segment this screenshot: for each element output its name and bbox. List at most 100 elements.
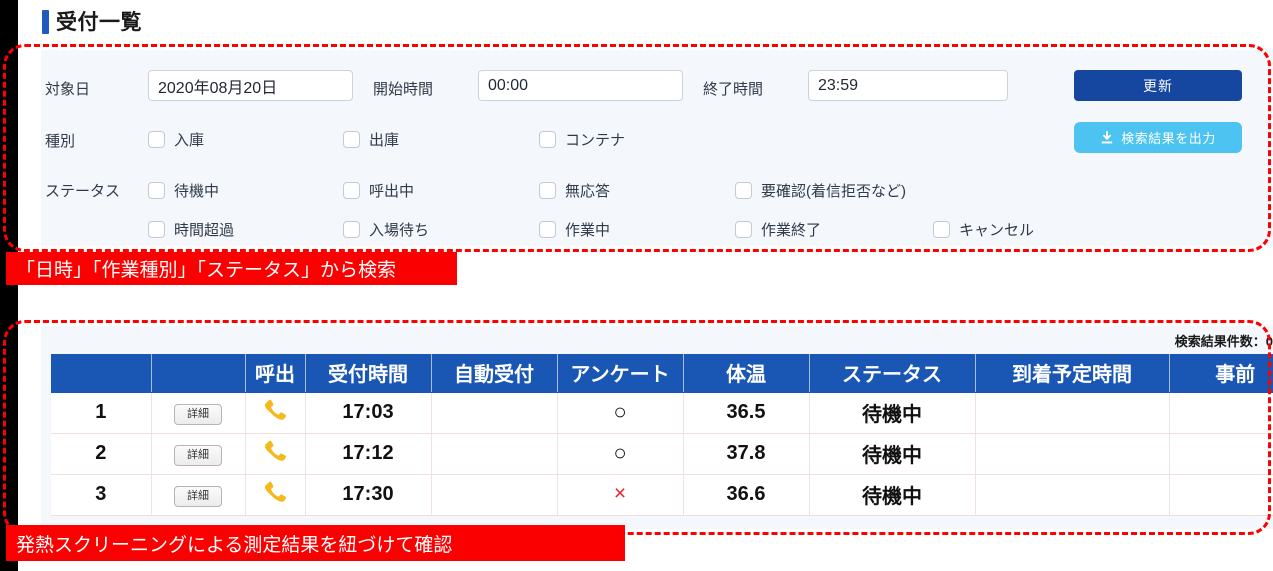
checkbox-box-icon[interactable]: [148, 221, 165, 238]
page-title: 受付一覧: [56, 10, 142, 34]
cell-reception-time: 17:30: [305, 474, 432, 516]
page-canvas: 受付一覧 対象日 開始時間 終了時間 更新 検索結果を出力 種別 入庫: [18, 0, 1273, 571]
cell-temperature: 36.5: [683, 392, 810, 434]
checkbox-type-nyuko[interactable]: 入庫: [148, 129, 204, 150]
checkbox-status-muotou[interactable]: 無応答: [539, 180, 610, 201]
checkbox-label: 入場待ち: [369, 222, 430, 239]
cell-call[interactable]: [245, 474, 306, 516]
cell-eta: [975, 474, 1170, 516]
cell-no: 1: [51, 392, 152, 434]
cell-reception-time: 17:03: [305, 392, 432, 434]
cell-eta: [975, 392, 1170, 434]
start-time-input[interactable]: [478, 70, 683, 101]
cell-detail[interactable]: 詳細: [151, 433, 246, 475]
checkbox-status-youkakunin[interactable]: 要確認(着信拒否など): [735, 180, 906, 201]
column-header-temperature[interactable]: 体温: [683, 354, 810, 393]
table-row[interactable]: 1 詳細 17:03 ○ 36.5 待機中: [51, 392, 1273, 434]
cell-no: 3: [51, 474, 152, 516]
checkbox-type-shukko[interactable]: 出庫: [343, 129, 399, 150]
annotation-banner-search: 「日時」「作業種別」「ステータス」から検索: [6, 252, 457, 285]
result-count-label: 検索結果件数：0: [1174, 334, 1273, 349]
checkbox-box-icon[interactable]: [343, 131, 360, 148]
checkbox-box-icon[interactable]: [735, 182, 752, 199]
column-header-advance[interactable]: 事前: [1169, 354, 1273, 393]
checkbox-status-jikanchoka[interactable]: 時間超過: [148, 219, 234, 240]
update-button[interactable]: 更新: [1074, 70, 1242, 101]
cell-call[interactable]: [245, 433, 306, 475]
checkbox-status-sagyoshuryo[interactable]: 作業終了: [735, 219, 821, 240]
checkbox-status-taikichu[interactable]: 待機中: [148, 180, 219, 201]
detail-button[interactable]: 詳細: [174, 404, 222, 425]
column-header-status[interactable]: ステータス: [809, 354, 976, 393]
checkbox-label: 作業中: [565, 222, 611, 239]
cell-status: 待機中: [809, 392, 976, 434]
checkbox-box-icon[interactable]: [735, 221, 752, 238]
checkbox-label: 要確認(着信拒否など): [761, 183, 906, 200]
screen-root: 受付一覧 対象日 開始時間 終了時間 更新 検索結果を出力 種別 入庫: [0, 0, 1273, 571]
cell-temperature: 36.6: [683, 474, 810, 516]
export-results-button[interactable]: 検索結果を出力: [1074, 122, 1242, 153]
column-header-call[interactable]: 呼出: [245, 354, 306, 393]
questionnaire-mark-icon: ○: [613, 439, 627, 465]
checkbox-label: 時間超過: [174, 222, 235, 239]
checkbox-status-nyujomachi[interactable]: 入場待ち: [343, 219, 429, 240]
checkbox-label: 入庫: [174, 132, 205, 149]
checkbox-status-yobidashichu[interactable]: 呼出中: [343, 180, 414, 201]
phone-icon[interactable]: [262, 438, 288, 464]
column-header-auto-reception[interactable]: 自動受付: [431, 354, 558, 393]
cell-call[interactable]: [245, 392, 306, 434]
cell-no: 2: [51, 433, 152, 475]
checkbox-box-icon[interactable]: [148, 182, 165, 199]
questionnaire-mark-icon: ×: [613, 482, 627, 505]
checkbox-label: 待機中: [174, 183, 220, 200]
checkbox-label: 出庫: [369, 132, 400, 149]
column-header-questionnaire[interactable]: アンケート: [557, 354, 684, 393]
target-date-input[interactable]: [148, 70, 353, 101]
detail-button[interactable]: 詳細: [174, 486, 222, 507]
cell-auto-reception: [431, 392, 558, 434]
checkbox-box-icon[interactable]: [539, 182, 556, 199]
cell-status: 待機中: [809, 433, 976, 475]
table-row[interactable]: 2 詳細 17:12 ○ 37.8 待機中: [51, 433, 1273, 475]
cell-questionnaire: ○: [557, 392, 684, 434]
table-header-row: 呼出 受付時間 自動受付 アンケート 体温 ステータス 到着予定時間 事前: [51, 354, 1273, 393]
checkbox-box-icon[interactable]: [343, 182, 360, 199]
phone-icon[interactable]: [262, 397, 288, 423]
cell-temperature: 37.8: [683, 433, 810, 475]
cell-advance: [1169, 474, 1273, 516]
checkbox-box-icon[interactable]: [148, 131, 165, 148]
table-body: 1 詳細 17:03 ○ 36.5 待機中 2 詳細 17:12 ○ 37.8 待機中 3 詳細 17:30…: [51, 392, 1273, 516]
checkbox-type-container[interactable]: コンテナ: [539, 129, 625, 150]
checkbox-status-sagyochu[interactable]: 作業中: [539, 219, 610, 240]
checkbox-label: 無応答: [565, 183, 611, 200]
cell-questionnaire: ○: [557, 433, 684, 475]
page-title-group: 受付一覧: [42, 10, 142, 34]
checkbox-box-icon[interactable]: [539, 221, 556, 238]
results-table-wrapper: 呼出 受付時間 自動受付 アンケート 体温 ステータス 到着予定時間 事前 1 詳…: [51, 354, 1273, 516]
column-header-eta[interactable]: 到着予定時間: [975, 354, 1170, 393]
cell-auto-reception: [431, 474, 558, 516]
cell-auto-reception: [431, 433, 558, 475]
detail-button[interactable]: 詳細: [174, 445, 222, 466]
download-icon: [1100, 130, 1114, 145]
status-label: ステータス: [45, 183, 121, 200]
results-panel: 検索結果件数：0 呼出 受付時間 自動受付 アンケート 体温 ステータス 到着予…: [41, 326, 1273, 529]
end-time-label: 終了時間: [703, 81, 764, 98]
checkbox-label: キャンセル: [959, 222, 1035, 239]
column-header-reception-time[interactable]: 受付時間: [305, 354, 432, 393]
cell-eta: [975, 433, 1170, 475]
phone-icon[interactable]: [262, 479, 288, 505]
checkbox-box-icon[interactable]: [539, 131, 556, 148]
checkbox-box-icon[interactable]: [933, 221, 950, 238]
column-header-detail[interactable]: [151, 354, 246, 393]
end-time-input[interactable]: [808, 70, 1008, 101]
cell-detail[interactable]: 詳細: [151, 474, 246, 516]
cell-detail[interactable]: 詳細: [151, 392, 246, 434]
checkbox-label: 呼出中: [369, 183, 415, 200]
cell-reception-time: 17:12: [305, 433, 432, 475]
checkbox-box-icon[interactable]: [343, 221, 360, 238]
checkbox-status-cancel[interactable]: キャンセル: [933, 219, 1034, 240]
title-accent-bar: [42, 10, 49, 34]
table-row[interactable]: 3 詳細 17:30 × 36.6 待機中: [51, 474, 1273, 516]
column-header-no[interactable]: [51, 354, 152, 393]
